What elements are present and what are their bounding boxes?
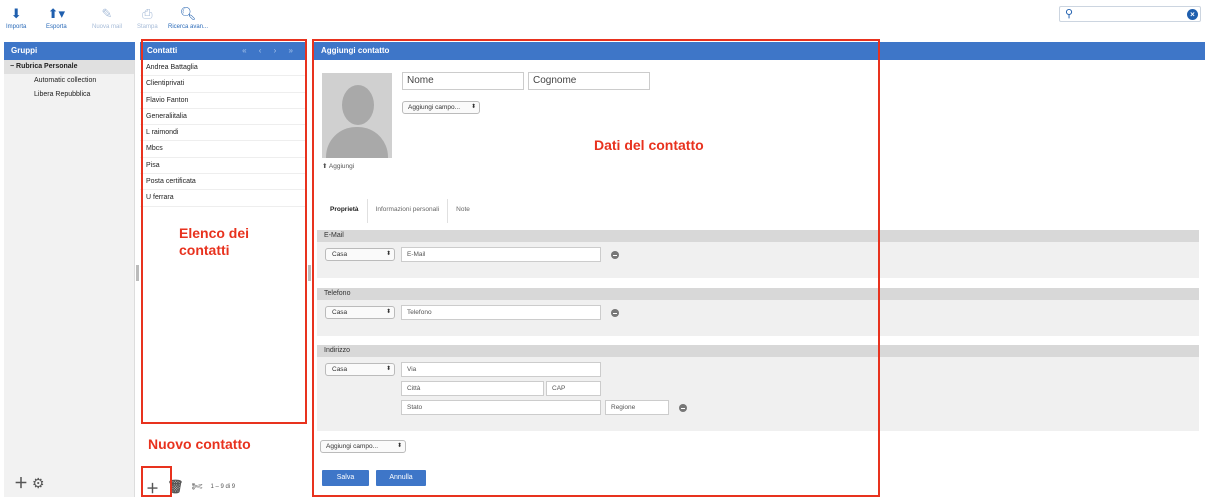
splitter-handle[interactable] bbox=[136, 265, 139, 281]
import-button[interactable]: ⬇ Importa bbox=[6, 6, 26, 30]
splitter-handle[interactable] bbox=[308, 265, 311, 281]
upload-icon: ⬆▾ bbox=[47, 6, 66, 21]
groups-footer: ＋ ⚙ bbox=[14, 473, 44, 493]
new-mail-button[interactable]: ✎ Nuova mail bbox=[92, 6, 122, 30]
export-button[interactable]: ⬆▾ Esporta bbox=[46, 6, 67, 30]
annotation-box-new-contact bbox=[141, 466, 172, 497]
add-group-icon[interactable]: ＋ bbox=[14, 475, 28, 491]
contact-count: 1 – 9 di 9 bbox=[210, 484, 236, 490]
groups-header: Gruppi bbox=[4, 42, 135, 60]
contacts-app: ⬇ Importa ⬆▾ Esporta ✎ Nuova mail ⎙ Stam… bbox=[0, 0, 1205, 497]
compose-icon: ✎ bbox=[101, 6, 113, 21]
vcard-icon[interactable]: ✄ bbox=[192, 479, 203, 495]
annotation-box-detail bbox=[312, 39, 880, 497]
annotation-contact-data: Dati del contatto bbox=[594, 137, 704, 153]
group-item[interactable]: Automatic collection bbox=[4, 74, 134, 88]
download-icon: ⬇ bbox=[10, 6, 22, 21]
group-item[interactable]: Libera Repubblica bbox=[4, 88, 134, 102]
print-button[interactable]: ⎙ Stampa bbox=[137, 6, 158, 30]
search-icon: ⚲ bbox=[1065, 8, 1074, 20]
gear-icon[interactable]: ⚙ bbox=[32, 475, 45, 491]
annotation-new-contact: Nuovo contatto bbox=[148, 436, 251, 452]
search-input[interactable]: ⚲ × bbox=[1059, 6, 1201, 22]
groups-panel: − Rubrica Personale Automatic collection… bbox=[4, 60, 135, 497]
advanced-search-button[interactable]: 🔍︎ Ricerca avan... bbox=[168, 6, 208, 30]
annotation-contacts-list: Elenco dei contatti bbox=[179, 225, 250, 258]
printer-icon: ⎙ bbox=[142, 6, 153, 21]
toolbar: ⬇ Importa ⬆▾ Esporta ✎ Nuova mail ⎙ Stam… bbox=[0, 0, 1205, 40]
group-root[interactable]: − Rubrica Personale bbox=[4, 60, 134, 74]
clear-search-icon[interactable]: × bbox=[1187, 9, 1198, 20]
search-icon: 🔍︎ bbox=[179, 6, 197, 21]
